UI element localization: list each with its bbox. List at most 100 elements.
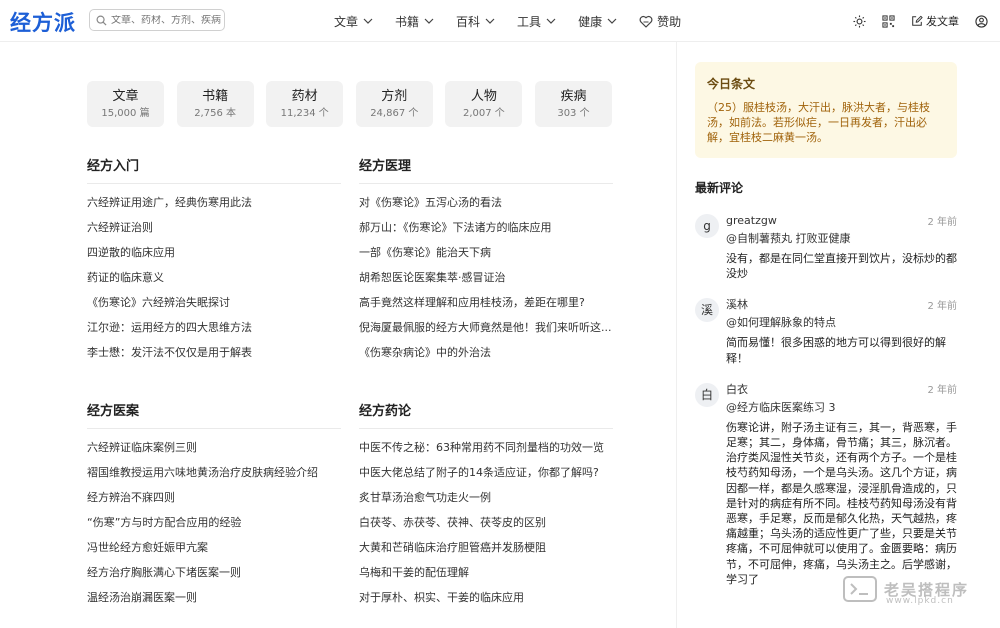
site-logo[interactable]: 经方派 bbox=[10, 7, 76, 37]
comment-time: 2 年前 bbox=[927, 300, 957, 312]
article-link[interactable]: 中医大佬总结了附子的14条适应证，你都了解吗? bbox=[359, 466, 613, 491]
comment-body: 伤寒论讲，附子汤主证有三，其一，背恶寒，手足寒；其二，身体痛，骨节痛；其三，脉沉… bbox=[726, 420, 957, 586]
article-list: 六经辨证用途广，经典伤寒用此法 六经辨证治则 四逆散的临床应用 药证的临床意义 … bbox=[87, 196, 341, 371]
comment-meta: 溪林 2 年前 bbox=[726, 295, 957, 313]
post-article-button[interactable]: 发文章 bbox=[911, 13, 959, 29]
article-link[interactable]: 六经辨证用途广，经典伤寒用此法 bbox=[87, 196, 341, 221]
article-link[interactable]: 六经辨证治则 bbox=[87, 221, 341, 246]
avatar[interactable]: 白 bbox=[695, 382, 719, 407]
watermark-url: www.lpkd.cn bbox=[886, 596, 954, 606]
stat-formulas[interactable]: 方剂 24,867 个 bbox=[355, 81, 433, 127]
chevron-down-icon bbox=[607, 18, 617, 24]
article-link[interactable]: 炙甘草汤治愈气功走火一例 bbox=[359, 491, 613, 516]
article-link[interactable]: 江尔逊：运用经方的四大思维方法 bbox=[87, 321, 341, 346]
search-input[interactable] bbox=[111, 14, 221, 26]
nav-donate[interactable]: 赞助 bbox=[639, 13, 681, 30]
stat-articles[interactable]: 文章 15,000 篇 bbox=[87, 81, 164, 127]
stat-herbs[interactable]: 药材 11,234 个 bbox=[266, 81, 344, 127]
article-list: 对《伤寒论》五泻心汤的看法 郝万山：《伤寒论》下法诸方的临床应用 一部《伤寒论》… bbox=[359, 196, 613, 371]
stat-people[interactable]: 人物 2,007 个 bbox=[445, 81, 523, 127]
article-link[interactable]: 《伤寒论》六经辨治失眠探讨 bbox=[87, 296, 341, 321]
user-account-button[interactable] bbox=[975, 14, 988, 28]
user-icon bbox=[975, 14, 988, 28]
article-link[interactable]: 经方治疗胸胀满心下堵医案一则 bbox=[87, 566, 341, 591]
article-link[interactable]: 郝万山：《伤寒论》下法诸方的临床应用 bbox=[359, 221, 613, 246]
section-intro: 经方入门 六经辨证用途广，经典伤寒用此法 六经辨证治则 四逆散的临床应用 药证的… bbox=[87, 160, 341, 371]
section-cases: 经方医案 六经辨证临床案例三则 褶国维教授运用六味地黄汤治疗皮肤病经验介绍 经方… bbox=[87, 405, 341, 616]
nav-health[interactable]: 健康 bbox=[578, 13, 617, 30]
article-link[interactable]: 温经汤治崩漏医案一则 bbox=[87, 591, 341, 616]
article-link[interactable]: 乌梅和干姜的配伍理解 bbox=[359, 566, 613, 591]
chevron-down-icon bbox=[424, 18, 434, 24]
daily-verse-text: （25）服桂枝汤，大汗出，脉洪大者，与桂枝汤，如前法。若形似疟，一日再发者，汗出… bbox=[707, 101, 930, 144]
article-link[interactable]: 冯世纶经方愈妊娠甲亢案 bbox=[87, 541, 341, 566]
article-link[interactable]: 倪海厦最佩服的经方大师竟然是他！我们来听听这... bbox=[359, 321, 613, 346]
article-link[interactable]: 高手竟然这样理解和应用桂枝汤，差距在哪里? bbox=[359, 296, 613, 321]
article-link[interactable]: 经方辨治不寐四则 bbox=[87, 491, 341, 516]
article-list: 中医不传之秘：63种常用药不同剂量档的功效一览 中医大佬总结了附子的14条适应证… bbox=[359, 441, 613, 616]
qrcode-button[interactable] bbox=[882, 14, 895, 28]
article-link[interactable]: 药证的临床意义 bbox=[87, 271, 341, 296]
comment-user[interactable]: greatzgw bbox=[726, 214, 777, 227]
article-link[interactable]: 中医不传之秘：63种常用药不同剂量档的功效一览 bbox=[359, 441, 613, 466]
comment-list: g greatzgw 2 年前 @自制薯蓣丸 打败亚健康 没有，都是在同仁堂直接… bbox=[695, 211, 957, 601]
daily-verse-title: 今日条文 bbox=[707, 77, 756, 91]
comment-user[interactable]: 白衣 bbox=[726, 381, 748, 397]
header-actions: 发文章 bbox=[837, 0, 988, 42]
heart-icon bbox=[639, 15, 653, 28]
stats-row: 文章 15,000 篇 书籍 2,756 本 药材 11,234 个 方剂 24… bbox=[87, 81, 625, 127]
comment-body: 简而易懂！很多困惑的地方可以得到很好的解释！ bbox=[726, 336, 946, 365]
nav-encyclopedia[interactable]: 百科 bbox=[456, 13, 495, 30]
avatar[interactable]: 溪 bbox=[695, 298, 719, 323]
nav-articles[interactable]: 文章 bbox=[334, 13, 373, 30]
comment-item: 白 白衣 2 年前 @经方临床医案练习 3 伤寒论讲，附子汤主证有三，其一，背恶… bbox=[695, 380, 957, 587]
watermark-logo-icon bbox=[843, 576, 877, 602]
comment-meta: 白衣 2 年前 bbox=[726, 380, 957, 398]
comment-item: g greatzgw 2 年前 @自制薯蓣丸 打败亚健康 没有，都是在同仁堂直接… bbox=[695, 211, 957, 281]
comment-ref-link[interactable]: @自制薯蓣丸 打败亚健康 bbox=[726, 231, 957, 247]
sun-icon bbox=[853, 14, 866, 28]
article-link[interactable]: 六经辨证临床案例三则 bbox=[87, 441, 341, 466]
article-link[interactable]: 李士懋：发汗法不仅仅是用于解表 bbox=[87, 346, 341, 371]
article-link[interactable]: 大黄和芒硝临床治疗胆管癌并发肠梗阻 bbox=[359, 541, 613, 566]
nav-books[interactable]: 书籍 bbox=[395, 13, 434, 30]
search-box[interactable] bbox=[89, 9, 225, 31]
chevron-down-icon bbox=[363, 18, 373, 24]
article-link[interactable]: 对《伤寒论》五泻心汤的看法 bbox=[359, 196, 613, 221]
watermark: 老吴搭程序 www.lpkd.cn bbox=[842, 571, 992, 607]
main-nav: 文章 书籍 百科 工具 健康 赞助 bbox=[334, 0, 703, 42]
comment-item: 溪 溪林 2 年前 @如何理解脉象的特点 简而易懂！很多困惑的地方可以得到很好的… bbox=[695, 295, 957, 365]
search-icon bbox=[96, 15, 107, 26]
section-title: 经方入门 bbox=[87, 160, 341, 184]
section-title: 经方药论 bbox=[359, 405, 613, 429]
comment-time: 2 年前 bbox=[927, 385, 957, 397]
article-link[interactable]: 一部《伤寒论》能治天下病 bbox=[359, 246, 613, 271]
comment-user[interactable]: 溪林 bbox=[726, 296, 748, 312]
qrcode-icon bbox=[882, 14, 895, 28]
article-link[interactable]: 胡希恕医论医案集萃·感冒证治 bbox=[359, 271, 613, 296]
nav-tools[interactable]: 工具 bbox=[517, 13, 556, 30]
chevron-down-icon bbox=[485, 18, 495, 24]
chevron-down-icon bbox=[546, 18, 556, 24]
top-header: 经方派 文章 书籍 百科 工具 健康 bbox=[0, 0, 1000, 42]
section-herbs: 经方药论 中医不传之秘：63种常用药不同剂量档的功效一览 中医大佬总结了附子的1… bbox=[359, 405, 613, 616]
latest-comments-title: 最新评论 bbox=[695, 181, 744, 195]
article-link[interactable]: 四逆散的临床应用 bbox=[87, 246, 341, 271]
avatar[interactable]: g bbox=[695, 214, 719, 238]
stat-diseases[interactable]: 疾病 303 个 bbox=[534, 81, 612, 127]
daily-verse-card: 今日条文 （25）服桂枝汤，大汗出，脉洪大者，与桂枝汤，如前法。若形似疟，一日再… bbox=[695, 62, 957, 158]
article-list: 六经辨证临床案例三则 褶国维教授运用六味地黄汤治疗皮肤病经验介绍 经方辨治不寐四… bbox=[87, 441, 341, 616]
article-link[interactable]: 褶国维教授运用六味地黄汤治疗皮肤病经验介绍 bbox=[87, 466, 341, 491]
comment-ref-link[interactable]: @如何理解脉象的特点 bbox=[726, 315, 957, 331]
comment-body: 没有，都是在同仁堂直接开到饮片，没标炒的都没炒 bbox=[726, 252, 957, 281]
section-title: 经方医案 bbox=[87, 405, 341, 429]
article-link[interactable]: “伤寒”方与时方配合应用的经验 bbox=[87, 516, 341, 541]
comment-ref-link[interactable]: @经方临床医案练习 3 bbox=[726, 400, 957, 416]
section-title: 经方医理 bbox=[359, 160, 613, 184]
section-theory: 经方医理 对《伤寒论》五泻心汤的看法 郝万山：《伤寒论》下法诸方的临床应用 一部… bbox=[359, 160, 613, 371]
article-link[interactable]: 《伤寒杂病论》中的外治法 bbox=[359, 346, 613, 371]
article-link[interactable]: 对于厚朴、枳实、干姜的临床应用 bbox=[359, 591, 613, 616]
article-link[interactable]: 白茯苓、赤茯苓、茯神、茯苓皮的区别 bbox=[359, 516, 613, 541]
stat-books[interactable]: 书籍 2,756 本 bbox=[176, 81, 254, 127]
theme-toggle-button[interactable] bbox=[853, 14, 866, 28]
